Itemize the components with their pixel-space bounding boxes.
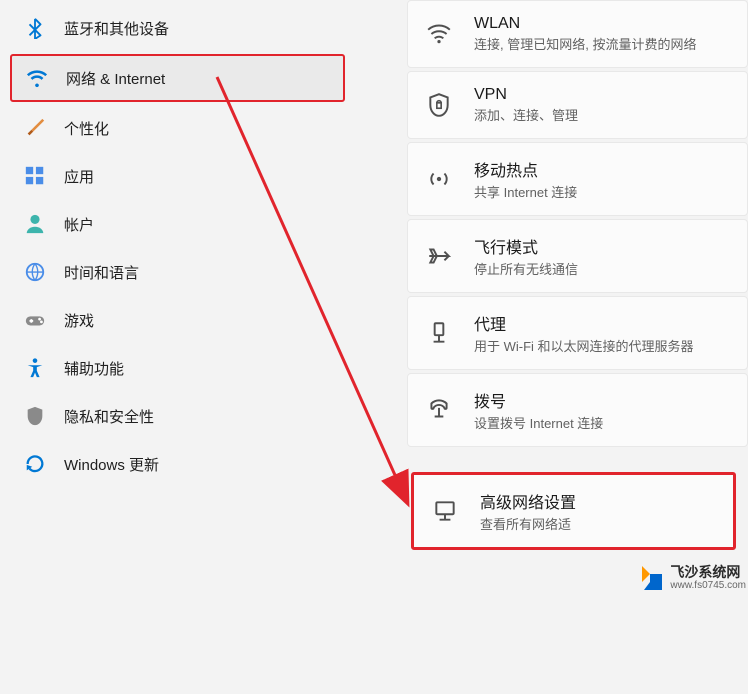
sidebar-item-label: 隐私和安全性 — [64, 406, 154, 427]
settings-sidebar: 蓝牙和其他设备 网络 & Internet 个性化 应用 帐户 — [0, 0, 355, 622]
content-item-title: 高级网络设置 — [480, 489, 576, 513]
sidebar-item-label: 应用 — [64, 166, 94, 187]
sidebar-item-accounts[interactable]: 帐户 — [10, 202, 345, 246]
content-item-desc: 停止所有无线通信 — [474, 259, 578, 278]
sidebar-item-label: Windows 更新 — [64, 454, 159, 475]
sidebar-item-label: 辅助功能 — [64, 358, 124, 379]
sidebar-item-time-language[interactable]: 时间和语言 — [10, 250, 345, 294]
sidebar-item-privacy[interactable]: 隐私和安全性 — [10, 394, 345, 438]
user-icon — [24, 213, 46, 235]
vpn-icon — [426, 92, 452, 118]
bluetooth-icon — [24, 17, 46, 39]
content-item-advanced-network[interactable]: 高级网络设置 查看所有网络适 — [411, 472, 736, 550]
monitor-icon — [432, 498, 458, 524]
sidebar-item-accessibility[interactable]: 辅助功能 — [10, 346, 345, 390]
wifi-icon — [26, 67, 48, 89]
sidebar-item-label: 个性化 — [64, 118, 109, 139]
content-item-desc: 查看所有网络适 — [480, 514, 576, 533]
accessibility-icon — [24, 357, 46, 379]
brush-icon — [24, 117, 46, 139]
sidebar-item-label: 帐户 — [64, 214, 94, 235]
gamepad-icon — [24, 309, 46, 331]
watermark-logo-icon — [634, 562, 666, 594]
content-item-vpn[interactable]: VPN 添加、连接、管理 — [407, 71, 748, 139]
content-item-desc: 共享 Internet 连接 — [474, 182, 577, 201]
content-item-wlan[interactable]: WLAN 连接, 管理已知网络, 按流量计费的网络 — [407, 0, 748, 68]
proxy-icon — [426, 320, 452, 346]
content-item-title: 代理 — [474, 311, 694, 335]
wifi-icon — [426, 21, 452, 47]
content-item-title: WLAN — [474, 15, 696, 33]
sidebar-item-network[interactable]: 网络 & Internet — [10, 54, 345, 102]
dialup-icon — [426, 397, 452, 423]
sidebar-item-apps[interactable]: 应用 — [10, 154, 345, 198]
shield-icon — [24, 405, 46, 427]
sidebar-item-label: 蓝牙和其他设备 — [64, 18, 169, 39]
apps-icon — [24, 165, 46, 187]
sidebar-item-gaming[interactable]: 游戏 — [10, 298, 345, 342]
hotspot-icon — [426, 166, 452, 192]
content-item-title: 移动热点 — [474, 157, 577, 181]
sidebar-item-windows-update[interactable]: Windows 更新 — [10, 442, 345, 486]
sidebar-item-label: 游戏 — [64, 310, 94, 331]
update-icon — [24, 453, 46, 475]
watermark: 飞沙系统网 www.fs0745.com — [634, 562, 746, 594]
sidebar-item-label: 网络 & Internet — [66, 68, 165, 89]
content-item-title: VPN — [474, 86, 578, 104]
sidebar-item-bluetooth[interactable]: 蓝牙和其他设备 — [10, 6, 345, 50]
content-item-dialup[interactable]: 拨号 设置拨号 Internet 连接 — [407, 373, 748, 447]
content-item-desc: 添加、连接、管理 — [474, 105, 578, 124]
content-item-proxy[interactable]: 代理 用于 Wi-Fi 和以太网连接的代理服务器 — [407, 296, 748, 370]
watermark-title: 飞沙系统网 — [670, 565, 746, 580]
content-item-hotspot[interactable]: 移动热点 共享 Internet 连接 — [407, 142, 748, 216]
globe-icon — [24, 261, 46, 283]
settings-content: WLAN 连接, 管理已知网络, 按流量计费的网络 VPN 添加、连接、管理 移… — [355, 0, 748, 622]
content-item-desc: 设置拨号 Internet 连接 — [474, 413, 603, 432]
sidebar-item-label: 时间和语言 — [64, 262, 139, 283]
content-item-airplane[interactable]: 飞行模式 停止所有无线通信 — [407, 219, 748, 293]
airplane-icon — [426, 243, 452, 269]
content-item-title: 拨号 — [474, 388, 603, 412]
content-item-title: 飞行模式 — [474, 234, 578, 258]
content-item-desc: 连接, 管理已知网络, 按流量计费的网络 — [474, 34, 696, 53]
content-item-desc: 用于 Wi-Fi 和以太网连接的代理服务器 — [474, 336, 694, 355]
watermark-url: www.fs0745.com — [670, 580, 746, 591]
sidebar-item-personalization[interactable]: 个性化 — [10, 106, 345, 150]
